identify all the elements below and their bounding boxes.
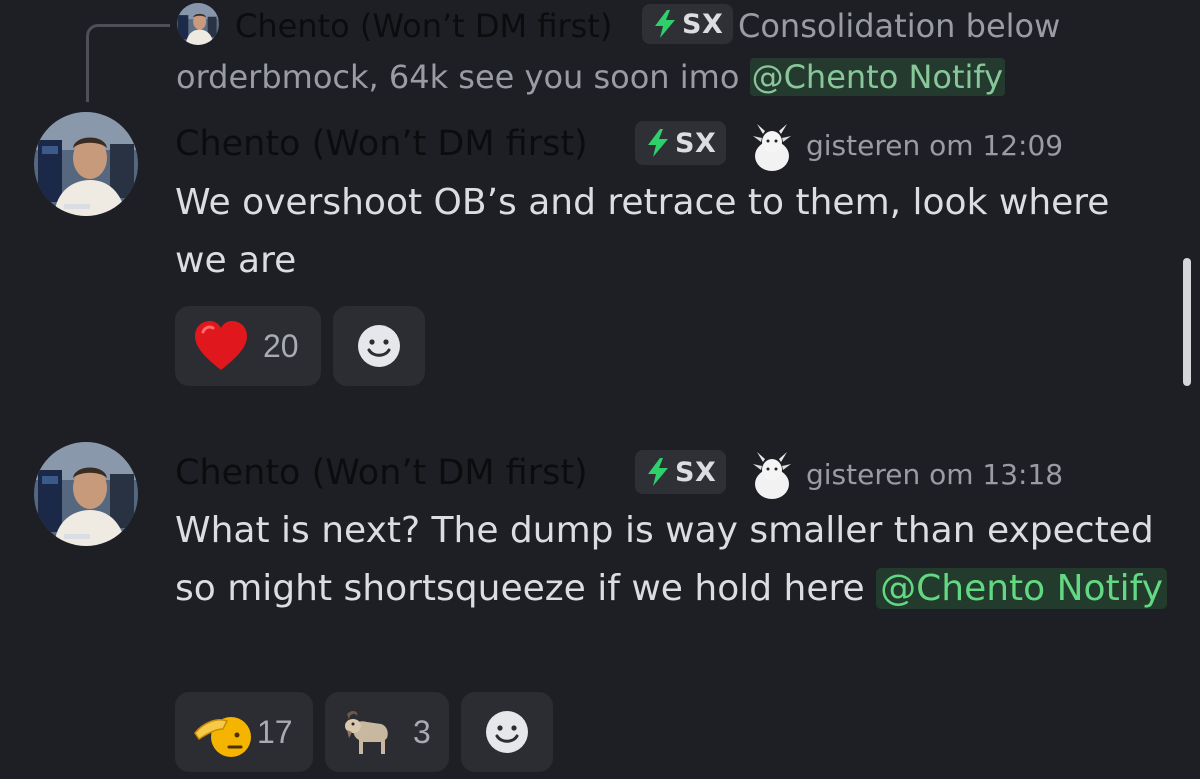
goat-emoji-icon	[345, 710, 388, 754]
message-2-reaction-saluting-face-count: 17	[257, 713, 293, 750]
add-reaction-icon	[358, 325, 400, 367]
reply-role-tag-label: SX	[682, 8, 724, 40]
message-1-role-tag[interactable]: SX	[635, 121, 727, 165]
message-2-role-tag-label: SX	[675, 456, 717, 488]
lightning-icon	[648, 458, 668, 486]
message-1-reaction-heart[interactable]: 20	[175, 306, 321, 386]
reply-avatar[interactable]	[177, 3, 219, 45]
message-2-add-reaction-button[interactable]	[461, 692, 553, 772]
message-2-reaction-saluting-face[interactable]: 17	[175, 692, 313, 772]
reply-text-content: orderbmock, 64k see you soon imo	[176, 58, 750, 96]
message-2-mention[interactable]: @Chento Notify	[876, 568, 1168, 609]
message-1-timestamp: gisteren om 12:09	[806, 129, 1064, 162]
heart-emoji-icon	[195, 321, 247, 370]
message-2-avatar[interactable]	[34, 442, 138, 546]
lightning-icon	[655, 10, 675, 38]
message-2-text[interactable]: What is next? The dump is way smaller th…	[175, 502, 1175, 618]
message-1-role-tag-label: SX	[675, 127, 717, 159]
goat-badge-icon[interactable]	[749, 122, 795, 172]
chat-view: Chento (Won’t DM first) SX Consolidation…	[0, 0, 1200, 779]
lightning-icon	[648, 129, 668, 157]
add-reaction-icon	[486, 711, 528, 753]
reply-mention[interactable]: @Chento Notify	[749, 58, 1006, 96]
message-2-reaction-goat[interactable]: 3	[325, 692, 449, 772]
message-1-add-reaction-button[interactable]	[333, 306, 425, 386]
message-1-author[interactable]: Chento (Won’t DM first)	[175, 118, 588, 170]
message-2-reaction-goat-count: 3	[413, 713, 431, 750]
reply-role-tag[interactable]: SX	[642, 4, 734, 44]
message-2-author[interactable]: Chento (Won’t DM first)	[175, 447, 588, 499]
reply-text-line1[interactable]: Consolidation below	[738, 3, 1060, 49]
message-1-text[interactable]: We overshoot OB’s and retrace to them, l…	[175, 174, 1155, 290]
goat-badge-icon[interactable]	[749, 450, 795, 500]
message-2-role-tag[interactable]: SX	[635, 450, 727, 494]
message-1-reaction-heart-count: 20	[263, 327, 299, 364]
message-1-avatar[interactable]	[34, 112, 138, 216]
message-2-timestamp: gisteren om 13:18	[806, 458, 1064, 491]
scrollbar-thumb[interactable]	[1183, 258, 1191, 386]
reply-author-name[interactable]: Chento (Won’t DM first)	[235, 2, 612, 50]
reply-connector	[86, 24, 170, 102]
saluting-face-emoji-icon	[194, 717, 251, 757]
reply-text-line2[interactable]: orderbmock, 64k see you soon imo @Chento…	[176, 54, 1006, 100]
